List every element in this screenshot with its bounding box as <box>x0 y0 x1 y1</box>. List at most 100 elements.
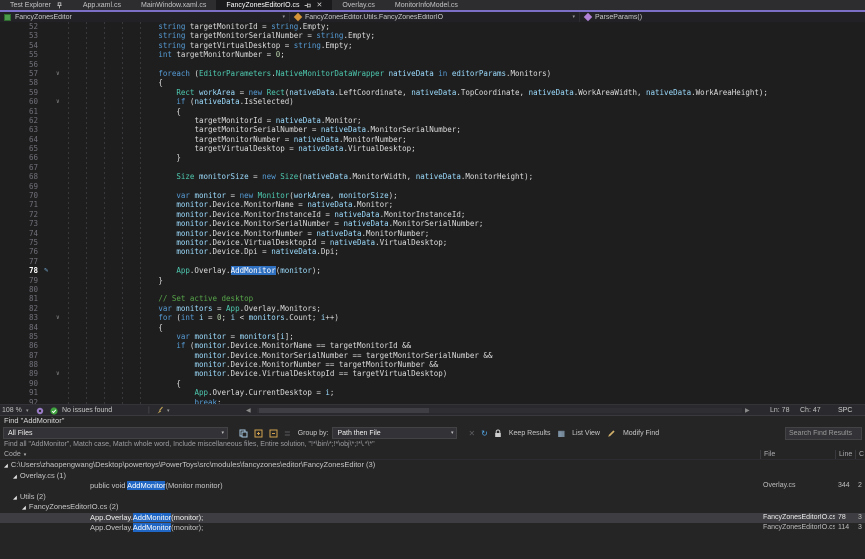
fold-toggle-icon[interactable]: ∨ <box>56 97 68 106</box>
code-line[interactable]: 86 if (monitor.Device.MonitorName == tar… <box>0 341 865 350</box>
project-dropdown[interactable]: FancyZonesEditor ▾ <box>0 12 290 22</box>
find-result-row[interactable]: App.Overlay.AddMonitor(monitor);FancyZon… <box>0 523 865 534</box>
code-line[interactable]: 57∨ foreach (EditorParameters.NativeMoni… <box>0 69 865 78</box>
tree-expand-icon[interactable]: ◢ <box>13 493 17 503</box>
code-line[interactable]: 72 monitor.Device.MonitorInstanceId = na… <box>0 210 865 219</box>
scope-filter-select[interactable]: All Files ▾ <box>3 427 228 439</box>
tab-app-xaml-cs[interactable]: App.xaml.cs <box>73 0 131 10</box>
code-line[interactable]: 85 var monitor = monitors[i]; <box>0 332 865 341</box>
column-header-line[interactable]: Line <box>835 450 855 459</box>
code-line[interactable]: 81 // Set active desktop <box>0 294 865 303</box>
code-line[interactable]: 80 <box>0 285 865 294</box>
code-line[interactable]: 52 string targetMonitorId = string.Empty… <box>0 22 865 31</box>
code-line[interactable]: 73 monitor.Device.MonitorSerialNumber = … <box>0 219 865 228</box>
code-line[interactable]: 62 targetMonitorId = nativeData.Monitor; <box>0 116 865 125</box>
preview-pin-icon[interactable] <box>304 2 311 9</box>
code-line[interactable]: 63 targetMonitorSerialNumber = nativeDat… <box>0 125 865 134</box>
code-line[interactable]: 74 monitor.Device.MonitorNumber = native… <box>0 229 865 238</box>
result-file-cell <box>760 502 835 513</box>
fold-margin <box>56 323 68 332</box>
code-line[interactable]: 87 monitor.Device.MonitorSerialNumber ==… <box>0 351 865 360</box>
result-code-cell: App.Overlay.AddMonitor(monitor); <box>0 513 760 524</box>
find-group-row[interactable]: ◢C:\Users\zhaopengwang\Desktop\powertoys… <box>0 460 865 471</box>
scrollbar-thumb[interactable] <box>259 408 429 413</box>
tab-label: App.xaml.cs <box>83 2 121 9</box>
keep-results-toggle[interactable]: Keep Results <box>509 430 551 437</box>
code-line[interactable]: 60∨ if (nativeData.IsSelected) <box>0 97 865 106</box>
tree-expand-icon[interactable]: ◢ <box>22 503 26 513</box>
code-line[interactable]: 64 targetMonitorNumber = nativeData.Moni… <box>0 135 865 144</box>
copy-icon[interactable] <box>239 427 248 439</box>
tree-expand-icon[interactable]: ◢ <box>4 461 8 471</box>
code-line[interactable]: 89∨ monitor.Device.VirtualDesktopId == t… <box>0 369 865 378</box>
close-icon[interactable]: ✕ <box>316 1 322 9</box>
code-line[interactable]: 58 { <box>0 78 865 87</box>
fold-margin <box>56 41 68 50</box>
grouping-icon[interactable]: ≣ <box>284 427 291 439</box>
code-line[interactable]: 82 var monitors = App.Overlay.Monitors; <box>0 304 865 313</box>
code-line[interactable]: 84 { <box>0 323 865 332</box>
code-line[interactable]: 77 <box>0 257 865 266</box>
code-line[interactable]: 76 monitor.Device.Dpi = nativeData.Dpi; <box>0 247 865 256</box>
code-line[interactable]: 65 targetVirtualDesktop = nativeData.Vir… <box>0 144 865 153</box>
navigation-bar: FancyZonesEditor ▾ FancyZonesEditor.Util… <box>0 12 865 22</box>
type-dropdown[interactable]: FancyZonesEditor.Utils.FancyZonesEditorI… <box>290 12 580 22</box>
clear-results-icon[interactable]: ✕ <box>468 427 475 439</box>
tab-fancyzoneseditorio-cs[interactable]: FancyZonesEditorIO.cs✕ <box>216 0 332 10</box>
code-line[interactable]: 54 string targetVirtualDesktop = string.… <box>0 41 865 50</box>
code-line[interactable]: 71 monitor.Device.MonitorName = nativeDa… <box>0 200 865 209</box>
column-header-file[interactable]: File <box>760 450 835 459</box>
code-line[interactable]: 91 App.Overlay.CurrentDesktop = i; <box>0 388 865 397</box>
fold-toggle-icon[interactable]: ∨ <box>56 369 68 378</box>
find-result-row[interactable]: public void AddMonitor(Monitor monitor)O… <box>0 481 865 492</box>
code-line[interactable]: 66 } <box>0 153 865 162</box>
find-results-search-input[interactable] <box>785 427 862 440</box>
tab-test-explorer[interactable]: Test Explorer <box>0 0 73 10</box>
refresh-icon[interactable]: ↻ <box>481 427 488 439</box>
column-header-code[interactable]: Code ▾ <box>0 450 760 459</box>
fold-margin <box>56 50 68 59</box>
group-by-select[interactable]: Path then File ▾ <box>332 427 457 439</box>
code-line[interactable]: 67 <box>0 163 865 172</box>
pin-icon[interactable] <box>56 2 63 9</box>
code-line[interactable]: 56 <box>0 60 865 69</box>
code-line[interactable]: 68 Size monitorSize = new Size(nativeDat… <box>0 172 865 181</box>
code-line[interactable]: 79 } <box>0 276 865 285</box>
collapse-all-icon[interactable] <box>269 427 278 439</box>
fold-toggle-icon[interactable]: ∨ <box>56 313 68 322</box>
code-editor[interactable]: 52 string targetMonitorId = string.Empty… <box>0 22 865 404</box>
modify-find-button[interactable]: Modify Find <box>623 430 659 437</box>
match-text: AddMonitor <box>133 523 171 532</box>
tab-mainwindow-xaml-cs[interactable]: MainWindow.xaml.cs <box>131 0 216 10</box>
tab-overlay-cs[interactable]: Overlay.cs <box>332 0 385 10</box>
find-group-row[interactable]: ◢FancyZonesEditorIO.cs (2) <box>0 502 865 513</box>
code-line[interactable]: 61 { <box>0 107 865 116</box>
code-line[interactable]: 90 { <box>0 379 865 388</box>
tab-monitorinfomodel-cs[interactable]: MonitorInfoModel.cs <box>385 0 468 10</box>
list-view-button[interactable]: List View <box>572 430 600 437</box>
code-line[interactable]: 55 int targetMonitorNumber = 0; <box>0 50 865 59</box>
fold-toggle-icon[interactable]: ∨ <box>56 69 68 78</box>
find-result-row[interactable]: App.Overlay.AddMonitor(monitor);FancyZon… <box>0 513 865 524</box>
lock-icon[interactable] <box>494 427 502 439</box>
find-group-row[interactable]: ◢Overlay.cs (1) <box>0 471 865 482</box>
find-group-row[interactable]: ◢Utils (2) <box>0 492 865 503</box>
code-line[interactable]: 53 string targetMonitorSerialNumber = st… <box>0 31 865 40</box>
code-line[interactable]: 59 Rect workArea = new Rect(nativeData.L… <box>0 88 865 97</box>
code-line[interactable]: 75 monitor.Device.VirtualDesktopId = nat… <box>0 238 865 247</box>
code-line[interactable]: 83∨ for (int i = 0; i < monitors.Count; … <box>0 313 865 322</box>
tree-expand-icon[interactable]: ◢ <box>13 472 17 482</box>
member-dropdown[interactable]: ParseParams() <box>580 12 865 22</box>
code-line[interactable]: 78✎ App.Overlay.AddMonitor(monitor); <box>0 266 865 275</box>
column-header-col[interactable]: C <box>855 450 865 459</box>
glyph-margin <box>44 219 56 228</box>
result-col-cell: 3 <box>855 523 865 534</box>
glyph-margin <box>44 22 56 31</box>
code-line[interactable]: 69 <box>0 182 865 191</box>
horizontal-scrollbar[interactable] <box>257 408 742 413</box>
code-text: if (nativeData.IsSelected) <box>68 97 294 106</box>
code-line[interactable]: 88 monitor.Device.MonitorNumber == targe… <box>0 360 865 369</box>
fold-margin <box>56 125 68 134</box>
code-line[interactable]: 70 var monitor = new Monitor(workArea, m… <box>0 191 865 200</box>
expand-all-icon[interactable] <box>254 427 263 439</box>
